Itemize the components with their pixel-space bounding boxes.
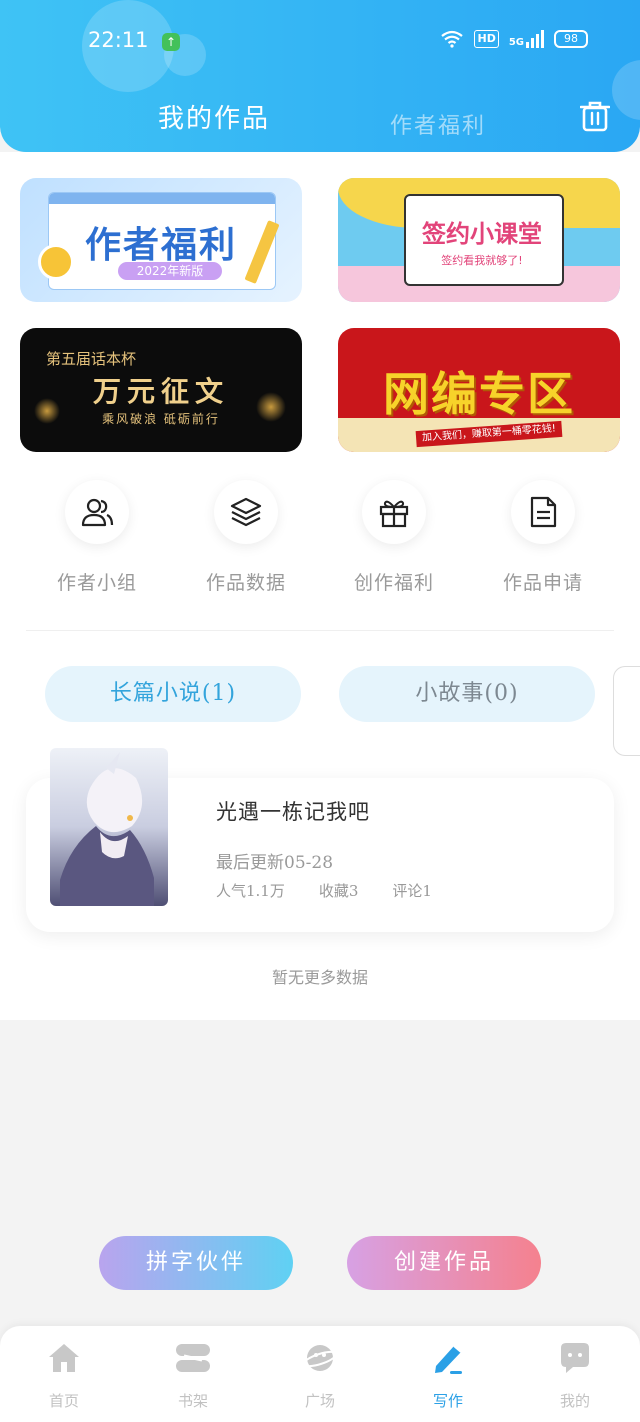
segment-short-stories[interactable]: 小故事(0) <box>339 666 595 722</box>
banner-title: 签约小课堂 <box>422 219 542 248</box>
nav-label: 我的 <box>559 1392 590 1410</box>
nav-home[interactable]: 首页 <box>24 1340 104 1411</box>
home-icon <box>49 1344 79 1372</box>
create-work-button[interactable]: 创建作品 <box>347 1236 541 1290</box>
nav-label: 广场 <box>304 1392 335 1410</box>
document-icon <box>511 480 575 544</box>
side-drawer-handle[interactable] <box>613 666 640 756</box>
layers-icon <box>214 480 278 544</box>
tab-author-benefits[interactable]: 作者福利 <box>390 108 486 140</box>
empty-message: 暂无更多数据 <box>271 968 368 987</box>
bottom-nav: 首页 书架 广场 写作 我的 <box>0 1326 640 1422</box>
work-title[interactable]: 光遇一栋记我吧 <box>216 796 370 826</box>
feature-label: 创作福利 <box>353 572 434 594</box>
chat-icon <box>561 1343 589 1373</box>
work-updated: 最后更新05-28 <box>216 853 334 873</box>
feature-creation-benefits[interactable]: 创作福利 <box>334 480 454 595</box>
banner-subtitle: 签约看我就够了! <box>441 254 523 267</box>
battery-indicator: 98 <box>554 30 588 48</box>
feature-author-group[interactable]: 作者小组 <box>37 480 157 595</box>
nav-write[interactable]: 写作 <box>408 1340 488 1411</box>
pen-icon <box>435 1345 462 1374</box>
banner-editor-zone[interactable]: 网编专区 加入我们，赚取第一桶零花钱! <box>338 328 620 452</box>
gift-icon <box>362 480 426 544</box>
feature-label: 作品数据 <box>205 572 286 594</box>
nav-label: 首页 <box>48 1392 79 1410</box>
banner-subtitle: 2022年新版 <box>118 262 222 280</box>
partner-button[interactable]: 拼字伙伴 <box>99 1236 293 1290</box>
signal-icon: 5G <box>509 30 544 48</box>
users-icon <box>65 480 129 544</box>
segment-long-novels[interactable]: 长篇小说(1) <box>45 666 301 722</box>
work-favorites: 收藏3 <box>318 882 359 900</box>
trash-icon[interactable] <box>580 100 610 132</box>
work-cover[interactable] <box>50 748 168 906</box>
upload-icon: ↑ <box>162 33 180 51</box>
nav-mine[interactable]: 我的 <box>535 1340 615 1411</box>
banner-title: 第五届话本杯 <box>46 350 137 368</box>
banner-title: 网编专区 <box>383 367 575 421</box>
status-bar: 22:11 ↑ HD 5G 98 <box>0 28 640 58</box>
banner-essay-contest[interactable]: 第五届话本杯 万元征文 乘风破浪 砥砺前行 <box>20 328 302 452</box>
nav-plaza[interactable]: 广场 <box>280 1340 360 1411</box>
work-comments: 评论1 <box>392 882 432 900</box>
banner-author-benefits[interactable]: 作者福利 2022年新版 <box>20 178 302 302</box>
feature-label: 作品申请 <box>502 572 583 594</box>
status-time: 22:11 <box>88 28 149 52</box>
nav-label: 写作 <box>432 1392 463 1410</box>
feature-label: 作者小组 <box>56 572 137 594</box>
nav-bookshelf[interactable]: 书架 <box>153 1340 233 1411</box>
work-stats: 人气1.1万 收藏3 评论1 <box>216 880 432 901</box>
tab-my-works[interactable]: 我的作品 <box>158 98 270 135</box>
banner-signing-class[interactable]: 签约小课堂 签约看我就够了! <box>338 178 620 302</box>
work-popularity: 人气1.1万 <box>216 882 285 900</box>
planet-icon <box>302 1345 338 1371</box>
divider <box>26 630 614 631</box>
bookshelf-icon <box>176 1344 210 1372</box>
header: 22:11 ↑ HD 5G 98 我的作品 作者福利 <box>0 0 640 152</box>
clock-icon <box>38 244 74 280</box>
nav-label: 书架 <box>177 1392 208 1410</box>
wifi-icon <box>441 30 464 48</box>
feature-work-data[interactable]: 作品数据 <box>186 480 306 595</box>
feature-work-application[interactable]: 作品申请 <box>483 480 603 595</box>
header-tabs: 我的作品 作者福利 <box>0 98 640 140</box>
hd-badge: HD <box>474 30 499 48</box>
